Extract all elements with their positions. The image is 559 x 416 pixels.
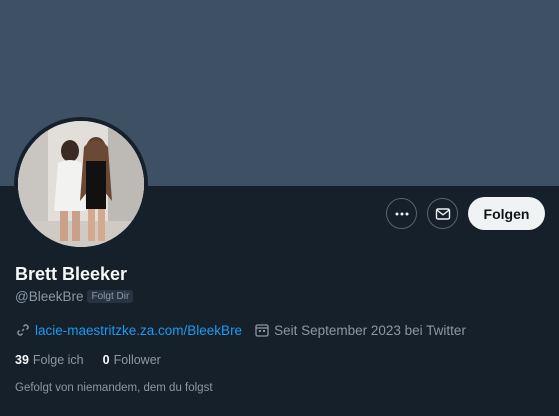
joined-text: Seit September 2023 bei Twitter: [274, 322, 466, 338]
link-icon: [15, 322, 31, 338]
message-button[interactable]: [427, 198, 458, 229]
more-options-button[interactable]: [386, 198, 417, 229]
handle-row: @BleekBre Folgt Dir: [15, 289, 134, 304]
following-stat[interactable]: 39 Folge ich: [15, 353, 84, 367]
profile-handle: @BleekBre: [15, 289, 84, 304]
joined-date: Seit September 2023 bei Twitter: [254, 322, 466, 338]
follow-stats: 39 Folge ich 0 Follower: [15, 353, 180, 367]
known-followers-text: Gefolgt von niemandem, dem du folgst: [15, 382, 213, 394]
followers-label: Follower: [113, 353, 161, 367]
profile-meta: lacie-maestritzke.za.com/BleekBre Seit S…: [15, 322, 466, 338]
profile-name: Brett Bleeker: [15, 264, 128, 284]
follow-button[interactable]: Folgen: [468, 197, 545, 230]
more-horizontal-icon: [395, 212, 408, 215]
following-label: Folge ich: [32, 353, 84, 367]
followers-count: 0: [102, 353, 110, 367]
avatar-photo: [18, 121, 144, 247]
calendar-icon: [254, 322, 270, 338]
envelope-icon: [435, 207, 450, 220]
followers-stat[interactable]: 0 Follower: [103, 353, 161, 367]
follows-you-badge: Folgt Dir: [87, 290, 134, 303]
avatar[interactable]: [14, 117, 148, 251]
following-count: 39: [15, 353, 29, 367]
profile-link[interactable]: lacie-maestritzke.za.com/BleekBre: [35, 323, 242, 338]
